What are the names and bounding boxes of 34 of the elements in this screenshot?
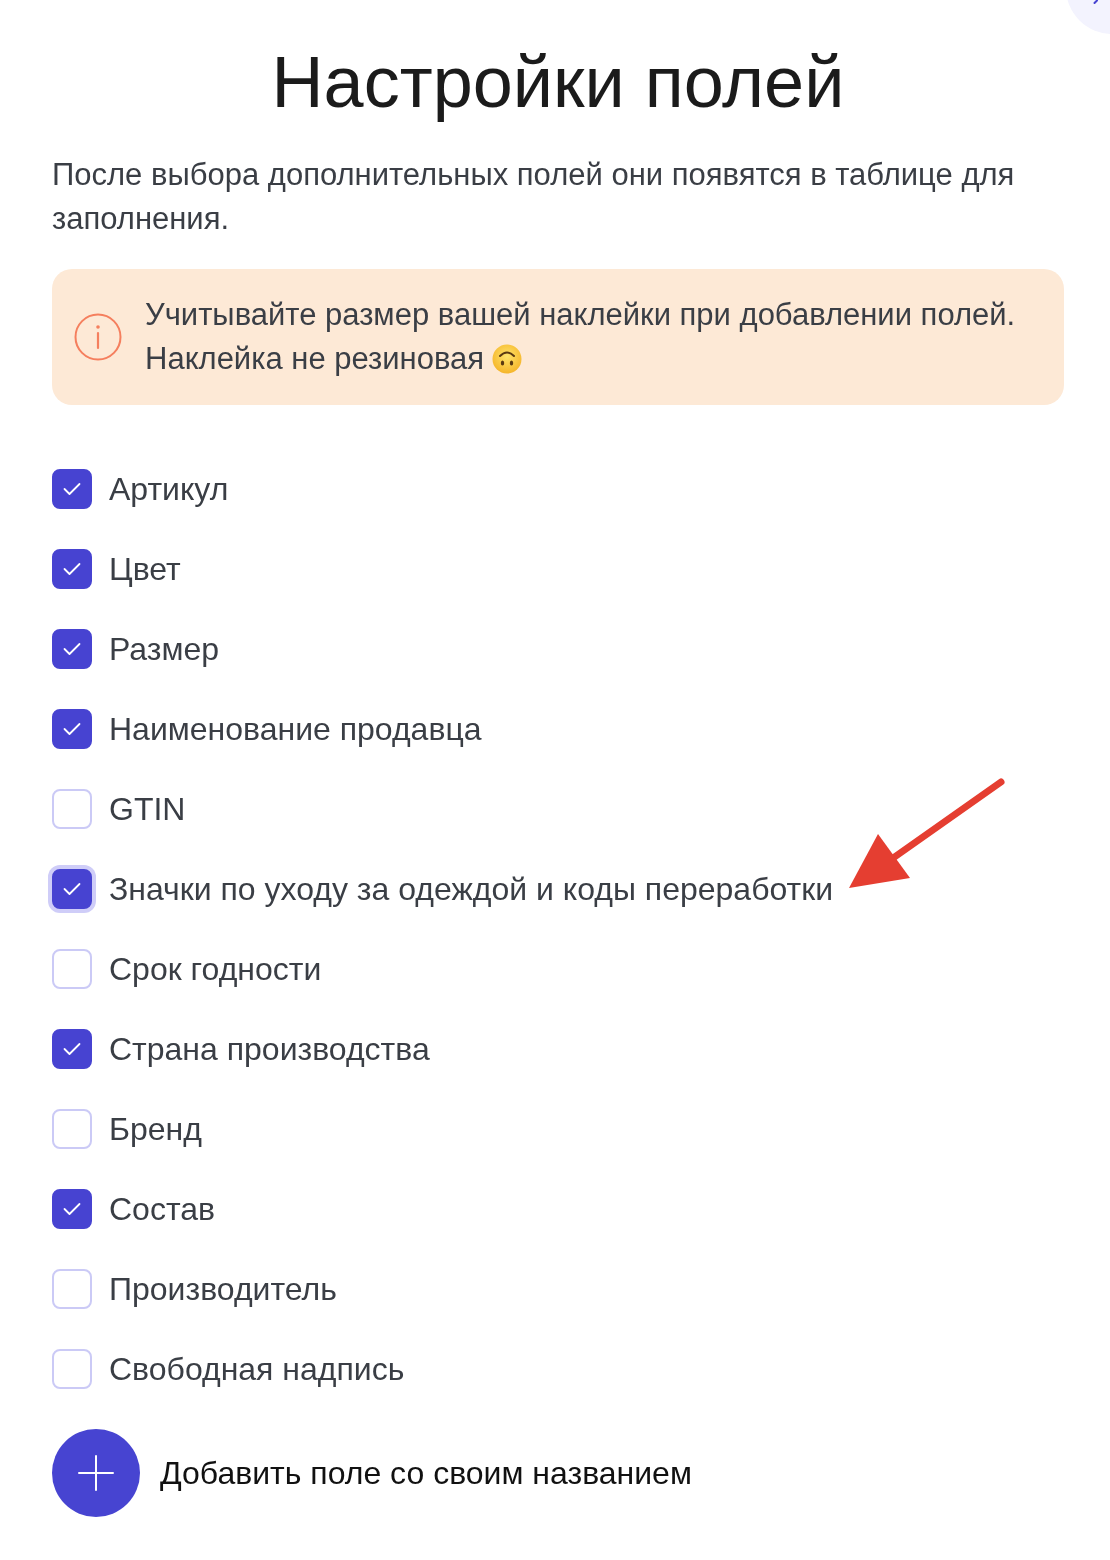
check-icon [63, 562, 81, 576]
field-label[interactable]: Срок годности [109, 949, 322, 989]
field-label[interactable]: Цвет [109, 549, 181, 589]
field-label[interactable]: Страна производства [109, 1029, 430, 1069]
check-icon [63, 1202, 81, 1216]
check-icon [63, 1042, 81, 1056]
check-icon [63, 482, 81, 496]
field-label[interactable]: Производитель [109, 1269, 337, 1309]
checkbox[interactable] [52, 1189, 92, 1229]
field-label[interactable]: Бренд [109, 1109, 202, 1149]
page-title: Настройки полей [270, 41, 846, 124]
stroke-icon [1093, 0, 1098, 4]
alert-text: Наклейка не резиновая [145, 340, 485, 378]
check-icon [63, 642, 81, 656]
checkbox[interactable] [52, 549, 92, 589]
upside-down-face-icon [492, 344, 523, 374]
field-label[interactable]: Состав [109, 1189, 215, 1229]
field-label[interactable]: GTIN [109, 789, 186, 829]
check-icon [63, 722, 81, 736]
checkbox[interactable] [52, 469, 92, 509]
description-text: После выбора дополнительных полей они появятся в таблице для заполнения. [52, 156, 1016, 238]
info-icon [74, 313, 122, 361]
checkbox[interactable] [52, 709, 92, 749]
checkbox[interactable] [52, 1029, 92, 1069]
field-label[interactable]: Наименование продавца [109, 709, 482, 749]
check-icon [63, 882, 81, 896]
add-field-label[interactable]: Добавить поле со своим названием [160, 1449, 692, 1497]
field-label[interactable]: Свободная надпись [109, 1349, 405, 1389]
field-label[interactable]: Значки по уходу за одеждой и коды переработки [109, 869, 834, 909]
field-label[interactable]: Артикул [109, 469, 229, 509]
field-label[interactable]: Размер [109, 629, 219, 669]
plus-icon [78, 1455, 114, 1491]
alert-text: Учитывайте размер вашей наклейки при добавлении полей. [145, 296, 1016, 334]
checkbox[interactable] [52, 629, 92, 669]
